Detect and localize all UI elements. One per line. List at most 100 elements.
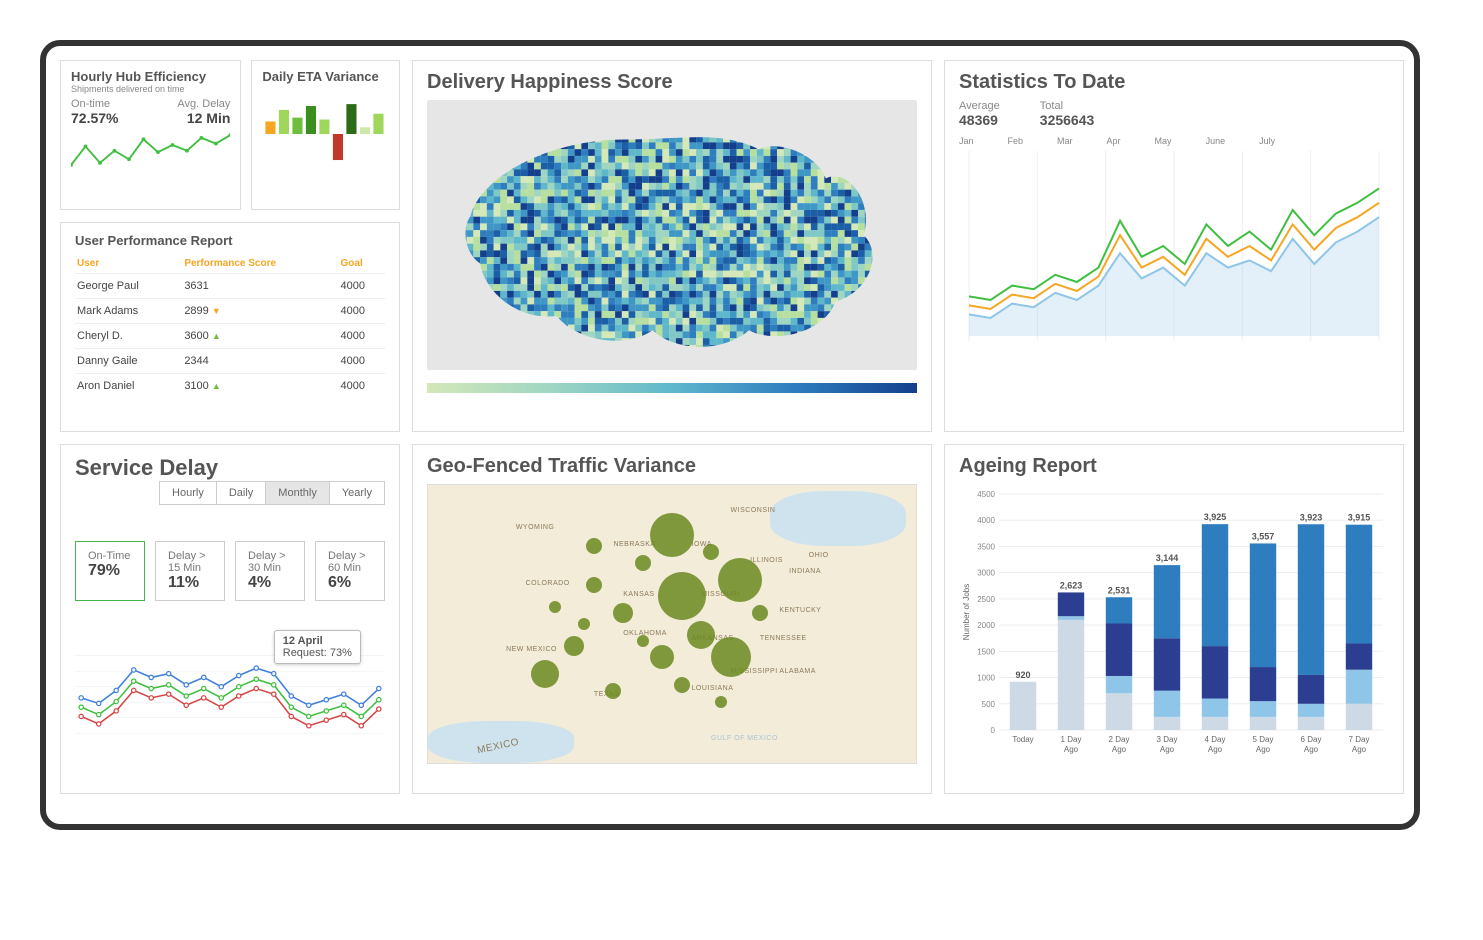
svg-text:3500: 3500 bbox=[977, 542, 995, 551]
svg-text:4 Day: 4 Day bbox=[1205, 735, 1226, 744]
ageing-chart: 050010001500200025003000350040004500Numb… bbox=[959, 484, 1389, 764]
svg-text:Ago: Ago bbox=[1256, 745, 1271, 754]
perf-header-score[interactable]: Performance Score bbox=[182, 254, 338, 274]
geo-bubble[interactable] bbox=[549, 601, 561, 613]
table-row[interactable]: Danny Gaile2344 4000 bbox=[75, 349, 385, 374]
state-label: WYOMING bbox=[516, 524, 555, 531]
state-label: KENTUCKY bbox=[779, 607, 821, 614]
tooltip-title: 12 April bbox=[283, 635, 352, 647]
geo-bubble[interactable] bbox=[718, 558, 762, 602]
state-label: TENNESSEE bbox=[760, 635, 807, 642]
geo-bubble[interactable] bbox=[687, 621, 715, 649]
geo-bubble[interactable] bbox=[613, 603, 633, 623]
svg-text:3 Day: 3 Day bbox=[1157, 735, 1178, 744]
tab-hourly[interactable]: Hourly bbox=[160, 482, 216, 504]
geo-bubble[interactable] bbox=[674, 677, 690, 693]
stats-total-label: Total bbox=[1040, 100, 1095, 112]
svg-text:500: 500 bbox=[982, 700, 996, 709]
svg-text:2 Day: 2 Day bbox=[1109, 735, 1130, 744]
service-delay-kpis: On-Time79%Delay > 15 Min11%Delay > 30 Mi… bbox=[75, 541, 385, 601]
geo-bubble[interactable] bbox=[752, 605, 768, 621]
month-label: Mar bbox=[1057, 136, 1073, 146]
hub-efficiency-card: Hourly Hub Efficiency Shipments delivere… bbox=[60, 60, 241, 210]
month-label: July bbox=[1259, 136, 1275, 146]
geo-bubble[interactable] bbox=[578, 618, 590, 630]
on-time-value: 72.57% bbox=[71, 110, 118, 126]
stats-avg-label: Average bbox=[959, 100, 1000, 112]
svg-text:0: 0 bbox=[991, 726, 996, 735]
table-row[interactable]: Cheryl D.3600 ▲4000 bbox=[75, 324, 385, 349]
table-row[interactable]: Aron Daniel3100 ▲4000 bbox=[75, 374, 385, 399]
eta-variance-title: Daily ETA Variance bbox=[262, 69, 389, 84]
month-label: Feb bbox=[1008, 136, 1024, 146]
svg-text:4500: 4500 bbox=[977, 490, 995, 499]
svg-text:1 Day: 1 Day bbox=[1061, 735, 1082, 744]
happiness-map[interactable] bbox=[427, 100, 917, 370]
geo-bubble[interactable] bbox=[650, 645, 674, 669]
kpi-card[interactable]: Delay > 15 Min11% bbox=[155, 541, 225, 601]
state-label: WISCONSIN bbox=[731, 507, 776, 514]
state-label: NEBRASKA bbox=[613, 541, 655, 548]
perf-header-user[interactable]: User bbox=[75, 254, 182, 274]
hub-sparkline bbox=[71, 130, 230, 170]
table-row[interactable]: Mark Adams2899 ▼4000 bbox=[75, 299, 385, 324]
svg-text:920: 920 bbox=[1015, 670, 1030, 680]
ageing-title: Ageing Report bbox=[959, 455, 1389, 478]
geo-bubble[interactable] bbox=[586, 577, 602, 593]
state-label: COLORADO bbox=[526, 580, 570, 587]
ageing-card: Ageing Report 05001000150020002500300035… bbox=[944, 444, 1404, 794]
geo-card: Geo-Fenced Traffic Variance WYOMINGNEBRA… bbox=[412, 444, 932, 794]
service-delay-tooltip: 12 April Request: 73% bbox=[274, 630, 361, 664]
state-label: INDIANA bbox=[789, 568, 821, 575]
geo-bubble[interactable] bbox=[715, 696, 727, 708]
svg-text:3,915: 3,915 bbox=[1348, 513, 1371, 523]
svg-text:1000: 1000 bbox=[977, 674, 995, 683]
svg-text:2,531: 2,531 bbox=[1108, 585, 1131, 595]
month-label: May bbox=[1155, 136, 1172, 146]
svg-text:5 Day: 5 Day bbox=[1253, 735, 1274, 744]
geo-bubble[interactable] bbox=[531, 660, 559, 688]
perf-header-goal[interactable]: Goal bbox=[339, 254, 386, 274]
geo-bubble[interactable] bbox=[711, 637, 751, 677]
kpi-card[interactable]: On-Time79% bbox=[75, 541, 145, 601]
happiness-card: Delivery Happiness Score bbox=[412, 60, 932, 432]
svg-text:1500: 1500 bbox=[977, 647, 995, 656]
geo-map[interactable]: WYOMINGNEBRASKAIOWACOLORADOKANSASMISSOUR… bbox=[427, 484, 917, 764]
statistics-chart bbox=[959, 146, 1389, 346]
avg-delay-value: 12 Min bbox=[177, 110, 230, 126]
svg-text:7 Day: 7 Day bbox=[1349, 735, 1370, 744]
month-label: June bbox=[1206, 136, 1226, 146]
happiness-title: Delivery Happiness Score bbox=[427, 71, 917, 94]
svg-text:Number of Jobs: Number of Jobs bbox=[962, 584, 971, 640]
tab-yearly[interactable]: Yearly bbox=[329, 482, 384, 504]
geo-bubble[interactable] bbox=[637, 635, 649, 647]
svg-text:Ago: Ago bbox=[1208, 745, 1223, 754]
svg-text:Today: Today bbox=[1012, 735, 1033, 744]
svg-text:4000: 4000 bbox=[977, 516, 995, 525]
svg-text:3,144: 3,144 bbox=[1156, 553, 1179, 563]
tab-daily[interactable]: Daily bbox=[216, 482, 265, 504]
svg-text:3,923: 3,923 bbox=[1300, 512, 1323, 522]
month-label: Jan bbox=[959, 136, 974, 146]
tooltip-subtitle: Request: 73% bbox=[283, 647, 352, 659]
geo-bubble[interactable] bbox=[658, 572, 706, 620]
service-delay-title: Service Delay bbox=[75, 455, 218, 480]
kpi-card[interactable]: Delay > 60 Min6% bbox=[315, 541, 385, 601]
geo-bubble[interactable] bbox=[635, 555, 651, 571]
performance-title: User Performance Report bbox=[75, 233, 385, 248]
kpi-card[interactable]: Delay > 30 Min4% bbox=[235, 541, 305, 601]
service-delay-card: Service Delay HourlyDailyMonthlyYearly O… bbox=[60, 444, 400, 794]
performance-card: User Performance Report User Performance… bbox=[60, 222, 400, 432]
svg-text:Ago: Ago bbox=[1352, 745, 1367, 754]
hub-efficiency-title: Hourly Hub Efficiency bbox=[71, 69, 230, 84]
tab-monthly[interactable]: Monthly bbox=[265, 482, 329, 504]
geo-bubble[interactable] bbox=[703, 544, 719, 560]
svg-text:Ago: Ago bbox=[1112, 745, 1127, 754]
svg-text:2000: 2000 bbox=[977, 621, 995, 630]
table-row[interactable]: George Paul3631 4000 bbox=[75, 274, 385, 299]
geo-bubble[interactable] bbox=[650, 513, 694, 557]
top-left-row: Hourly Hub Efficiency Shipments delivere… bbox=[60, 60, 400, 210]
svg-text:Ago: Ago bbox=[1160, 745, 1175, 754]
geo-bubble[interactable] bbox=[586, 538, 602, 554]
geo-bubble[interactable] bbox=[564, 636, 584, 656]
